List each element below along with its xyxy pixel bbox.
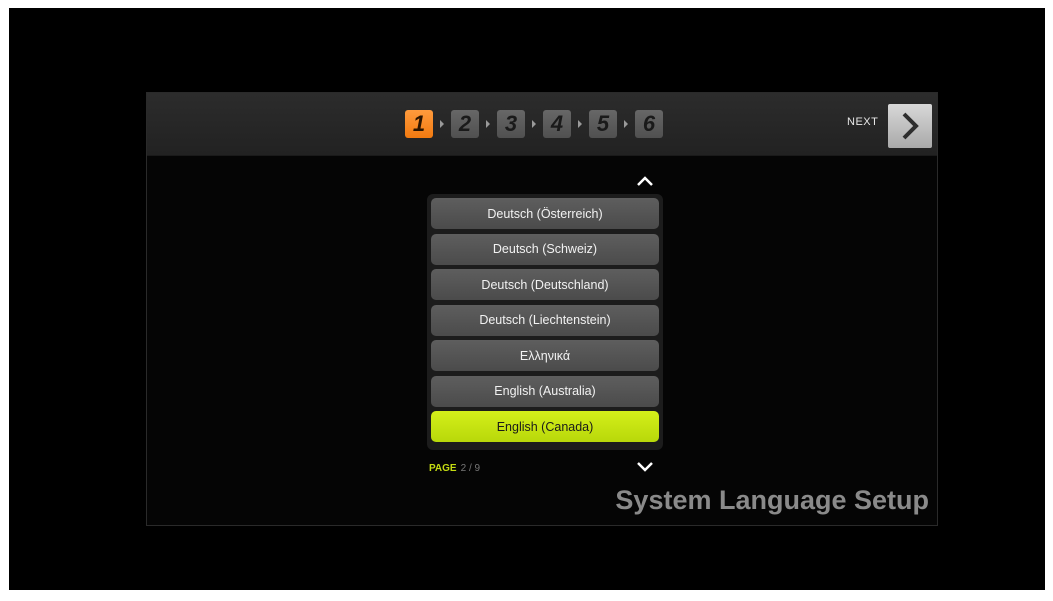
language-list: Deutsch (Österreich) Deutsch (Schweiz) D…	[427, 194, 663, 450]
tv-screen: 1 2 3 4 5 6 NEXT Deutsch (Österreich) De…	[9, 8, 1045, 590]
language-option[interactable]: Deutsch (Schweiz)	[431, 233, 659, 265]
step-separator-icon	[433, 110, 451, 138]
step-3[interactable]: 3	[497, 110, 525, 138]
step-2[interactable]: 2	[451, 110, 479, 138]
scroll-down-button[interactable]	[633, 459, 657, 475]
step-4[interactable]: 4	[543, 110, 571, 138]
step-separator-icon	[571, 110, 589, 138]
language-option[interactable]: English (Australia)	[431, 375, 659, 407]
language-option[interactable]: Deutsch (Liechtenstein)	[431, 304, 659, 336]
chevron-down-icon	[637, 462, 653, 472]
page-value: 2 / 9	[460, 463, 481, 474]
step-5[interactable]: 5	[589, 110, 617, 138]
page-label: PAGE	[429, 463, 457, 474]
step-1[interactable]: 1	[405, 110, 433, 138]
page-indicator: PAGE 2 / 9	[429, 463, 480, 474]
scroll-up-button[interactable]	[633, 173, 657, 189]
language-option-selected[interactable]: English (Canada)	[431, 411, 659, 442]
language-option[interactable]: Deutsch (Österreich)	[431, 198, 659, 229]
chevron-up-icon	[637, 176, 653, 186]
language-option[interactable]: Ελληνικά	[431, 340, 659, 371]
chevron-right-icon	[902, 112, 919, 140]
language-option[interactable]: Deutsch (Deutschland)	[431, 269, 659, 300]
step-6[interactable]: 6	[635, 110, 663, 138]
screen-title: System Language Setup	[615, 485, 929, 515]
step-separator-icon	[479, 110, 497, 138]
next-label[interactable]: NEXT	[847, 116, 878, 128]
next-button[interactable]	[888, 104, 932, 148]
step-separator-icon	[525, 110, 543, 138]
step-separator-icon	[617, 110, 635, 138]
wizard-header: 1 2 3 4 5 6 NEXT	[147, 93, 937, 156]
setup-panel: 1 2 3 4 5 6 NEXT Deutsch (Österreich) De…	[146, 92, 938, 526]
step-indicator: 1 2 3 4 5 6	[405, 109, 663, 139]
